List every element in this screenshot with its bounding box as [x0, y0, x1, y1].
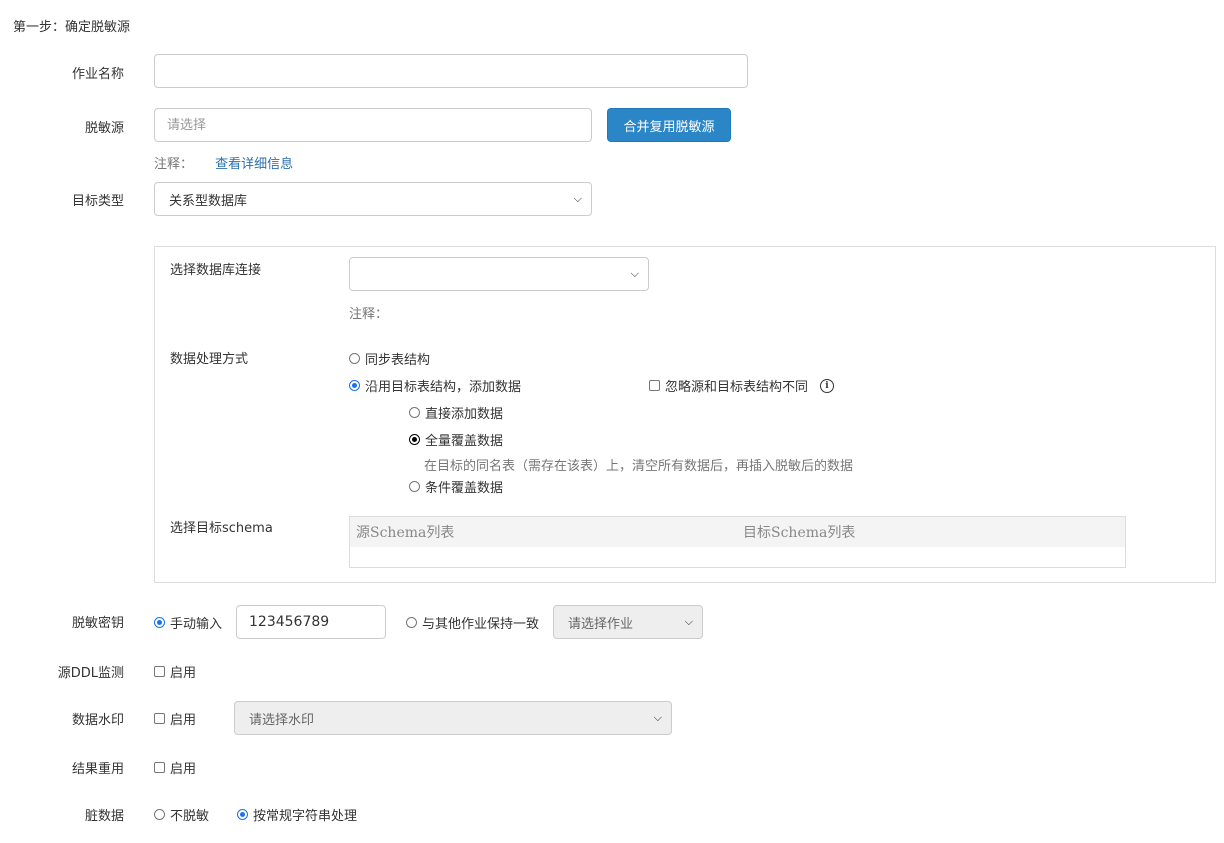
target-config-panel: 选择数据库连接 ⌵ 注释： 数据处理方式 同步表结构 沿用目标表结构，添加数据 … [154, 246, 1216, 583]
sync-structure-text: 同步表结构 [365, 353, 431, 368]
conditional-overwrite-text: 条件覆盖数据 [425, 481, 504, 496]
step-title: 第一步：确定脱敏源 [13, 20, 131, 35]
same-as-other-radio[interactable]: 与其他作业保持一致 [406, 613, 539, 632]
processing-label: 数据处理方式 [170, 352, 249, 367]
mask-key-input[interactable] [236, 605, 386, 639]
source-note-label: 注释： [154, 157, 194, 172]
use-target-structure-text: 沿用目标表结构，添加数据 [365, 380, 522, 395]
db-conn-label: 选择数据库连接 [170, 263, 262, 278]
watermark-checkbox[interactable]: 启用 [154, 709, 196, 728]
as-string-radio[interactable]: 按常规字符串处理 [237, 805, 357, 824]
radio-checked-icon [154, 617, 165, 628]
job-select[interactable]: 请选择作业 ⌵ [553, 605, 703, 639]
conditional-overwrite-radio[interactable]: 条件覆盖数据 [409, 477, 503, 496]
chevron-down-icon: ⌵ [653, 711, 662, 724]
dirty-data-label: 脏数据 [84, 809, 124, 824]
same-as-other-text: 与其他作业保持一致 [422, 617, 540, 632]
use-target-structure-radio[interactable]: 沿用目标表结构，添加数据 [349, 376, 521, 395]
radio-checked-icon [237, 809, 248, 820]
job-name-label: 作业名称 [71, 67, 124, 82]
job-name-input[interactable] [154, 54, 748, 88]
sync-structure-radio[interactable]: 同步表结构 [349, 349, 430, 368]
watermark-select-value: 请选择水印 [249, 712, 315, 728]
ddl-monitor-label: 源DDL监测 [57, 666, 124, 681]
source-note: 注释： 查看详细信息 [154, 153, 293, 172]
checkbox-icon [154, 713, 165, 724]
ddl-monitor-enable-text: 启用 [170, 666, 197, 681]
radio-icon [154, 809, 165, 820]
source-schema-col: 源Schema列表 [356, 525, 455, 541]
full-overwrite-text: 全量覆盖数据 [425, 434, 504, 449]
full-overwrite-radio[interactable]: 全量覆盖数据 [409, 430, 503, 449]
full-overwrite-desc: 在目标的同名表（需存在该表）上，清空所有数据后，再插入脱敏后的数据 [424, 459, 854, 474]
mask-key-label: 脱敏密钥 [71, 616, 124, 631]
direct-add-radio[interactable]: 直接添加数据 [409, 403, 503, 422]
info-icon[interactable]: i [820, 378, 835, 393]
result-reuse-enable-text: 启用 [170, 762, 197, 777]
schema-table: 源Schema列表 目标Schema列表 [349, 516, 1126, 568]
watermark-label: 数据水印 [71, 713, 124, 728]
db-conn-select[interactable]: ⌵ [349, 257, 649, 291]
ignore-diff-text: 忽略源和目标表结构不同 [665, 380, 809, 395]
merge-source-button[interactable]: 合并复用脱敏源 [607, 108, 731, 142]
target-type-select[interactable]: 关系型数据库 ⌵ [154, 182, 592, 216]
target-type-value: 关系型数据库 [169, 193, 248, 209]
radio-checked-icon [409, 434, 420, 445]
target-type-label: 目标类型 [71, 194, 124, 209]
checkbox-icon [154, 666, 165, 677]
manual-input-text: 手动输入 [170, 617, 223, 632]
ddl-monitor-checkbox[interactable]: 启用 [154, 662, 196, 681]
result-reuse-label: 结果重用 [71, 762, 124, 777]
source-label: 脱敏源 [84, 121, 124, 136]
source-input[interactable] [154, 108, 592, 142]
checkbox-icon [649, 380, 660, 391]
schema-label: 选择目标schema [170, 521, 273, 536]
view-details-link[interactable]: 查看详细信息 [215, 157, 293, 172]
job-select-value: 请选择作业 [568, 616, 634, 632]
no-mask-text: 不脱敏 [170, 809, 210, 824]
watermark-enable-text: 启用 [170, 713, 197, 728]
db-conn-note: 注释： [349, 307, 389, 322]
target-schema-col: 目标Schema列表 [743, 525, 856, 541]
radio-icon [409, 481, 420, 492]
chevron-down-icon: ⌵ [684, 615, 693, 628]
schema-table-header: 源Schema列表 目标Schema列表 [350, 517, 1125, 547]
ignore-diff-checkbox[interactable]: 忽略源和目标表结构不同 i [649, 376, 835, 395]
watermark-select[interactable]: 请选择水印 ⌵ [234, 701, 672, 735]
direct-add-text: 直接添加数据 [425, 407, 504, 422]
manual-input-radio[interactable]: 手动输入 [154, 613, 222, 632]
result-reuse-checkbox[interactable]: 启用 [154, 758, 196, 777]
radio-icon [349, 353, 360, 364]
as-string-text: 按常规字符串处理 [253, 809, 358, 824]
checkbox-icon [154, 762, 165, 773]
chevron-down-icon: ⌵ [630, 267, 639, 280]
radio-icon [409, 407, 420, 418]
no-mask-radio[interactable]: 不脱敏 [154, 805, 209, 824]
radio-icon [406, 617, 417, 628]
chevron-down-icon: ⌵ [573, 192, 582, 205]
radio-checked-icon [349, 380, 360, 391]
